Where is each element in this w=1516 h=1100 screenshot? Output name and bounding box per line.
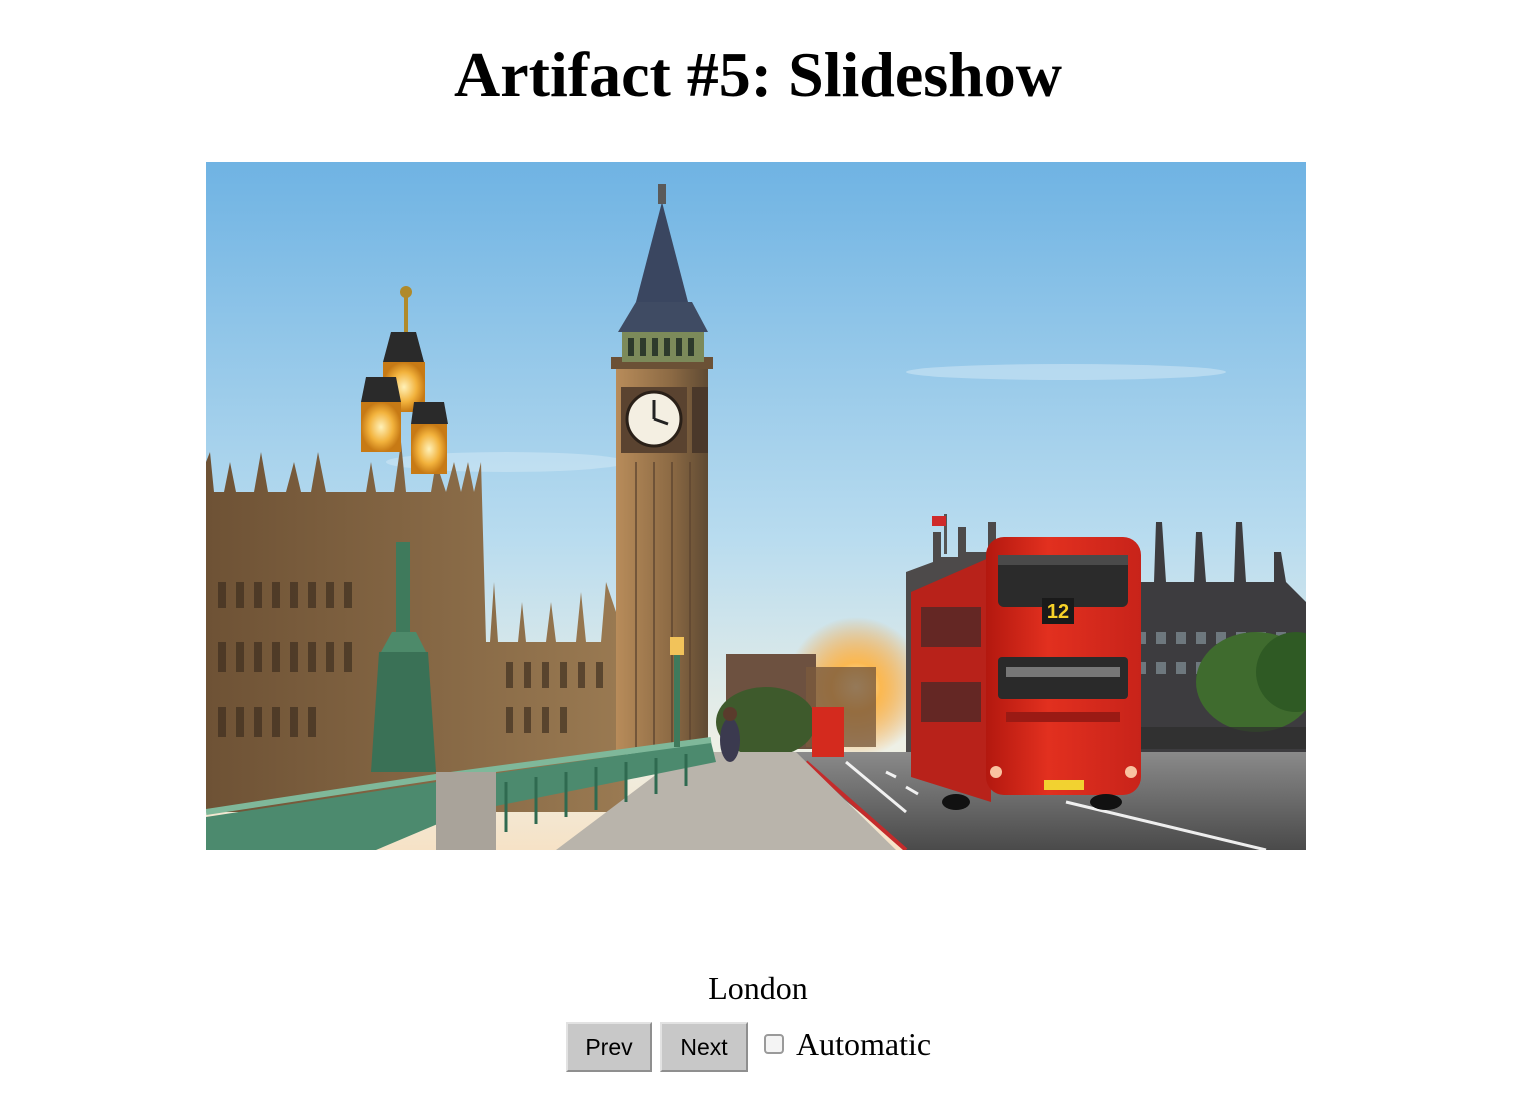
slide-caption: London	[708, 970, 808, 1006]
next-button[interactable]: Next	[660, 1022, 748, 1072]
automatic-label: Automatic	[796, 1026, 932, 1062]
page-title: Artifact #5: Slideshow	[454, 39, 1062, 110]
automatic-checkbox[interactable]	[764, 1034, 784, 1054]
slide-image-frame: 12	[206, 162, 1306, 850]
prev-button[interactable]: Prev	[566, 1022, 652, 1072]
automatic-toggle[interactable]: Automatic	[764, 1022, 931, 1066]
slideshow-controls: Prev Next Automatic	[566, 1022, 931, 1072]
slide-image: 12	[206, 162, 1306, 850]
bus-route-number: 12	[1047, 601, 1069, 623]
